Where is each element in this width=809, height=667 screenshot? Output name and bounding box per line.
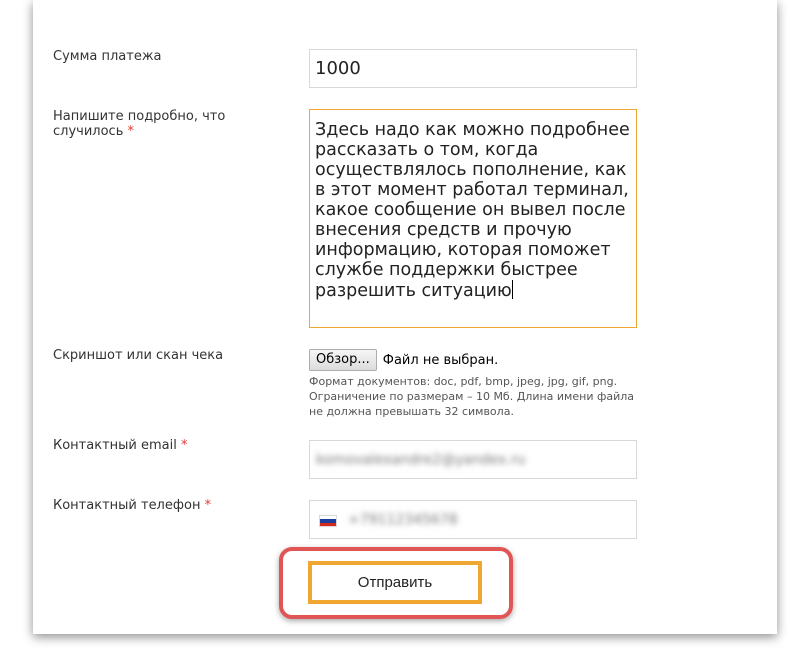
required-mark: * [127,124,135,139]
file-status: Файл не выбран. [382,352,499,368]
browse-button[interactable]: Обзор... [309,349,377,371]
attachment-label: Скриншот или скан чека [53,348,224,363]
email-value: komovalexandre2@yandex.ru [316,452,526,468]
email-input[interactable]: komovalexandre2@yandex.ru [309,440,637,479]
submit-button[interactable]: Отправить [308,561,482,604]
required-mark: * [204,498,212,513]
file-format-hint: Формат документов: doc, pdf, bmp, jpeg, … [309,375,635,418]
description-label: Напишите подробно, что случилось * [53,109,226,139]
phone-value: +79112345678 [348,512,458,528]
description-text: Здесь надо как можно подробнее рассказат… [315,120,636,301]
amount-label: Сумма платежа [53,49,162,64]
text-caret [511,280,513,299]
phone-label: Контактный телефон * [53,498,212,513]
required-mark: * [180,438,188,453]
description-textarea[interactable]: Здесь надо как можно подробнее рассказат… [309,109,637,328]
file-picker: Обзор... Файл не выбран. [309,348,498,372]
email-label: Контактный email * [53,438,188,453]
phone-input[interactable]: +79112345678 [309,500,637,539]
amount-input[interactable]: 1000 [309,49,637,88]
russia-flag-icon[interactable] [320,516,336,526]
